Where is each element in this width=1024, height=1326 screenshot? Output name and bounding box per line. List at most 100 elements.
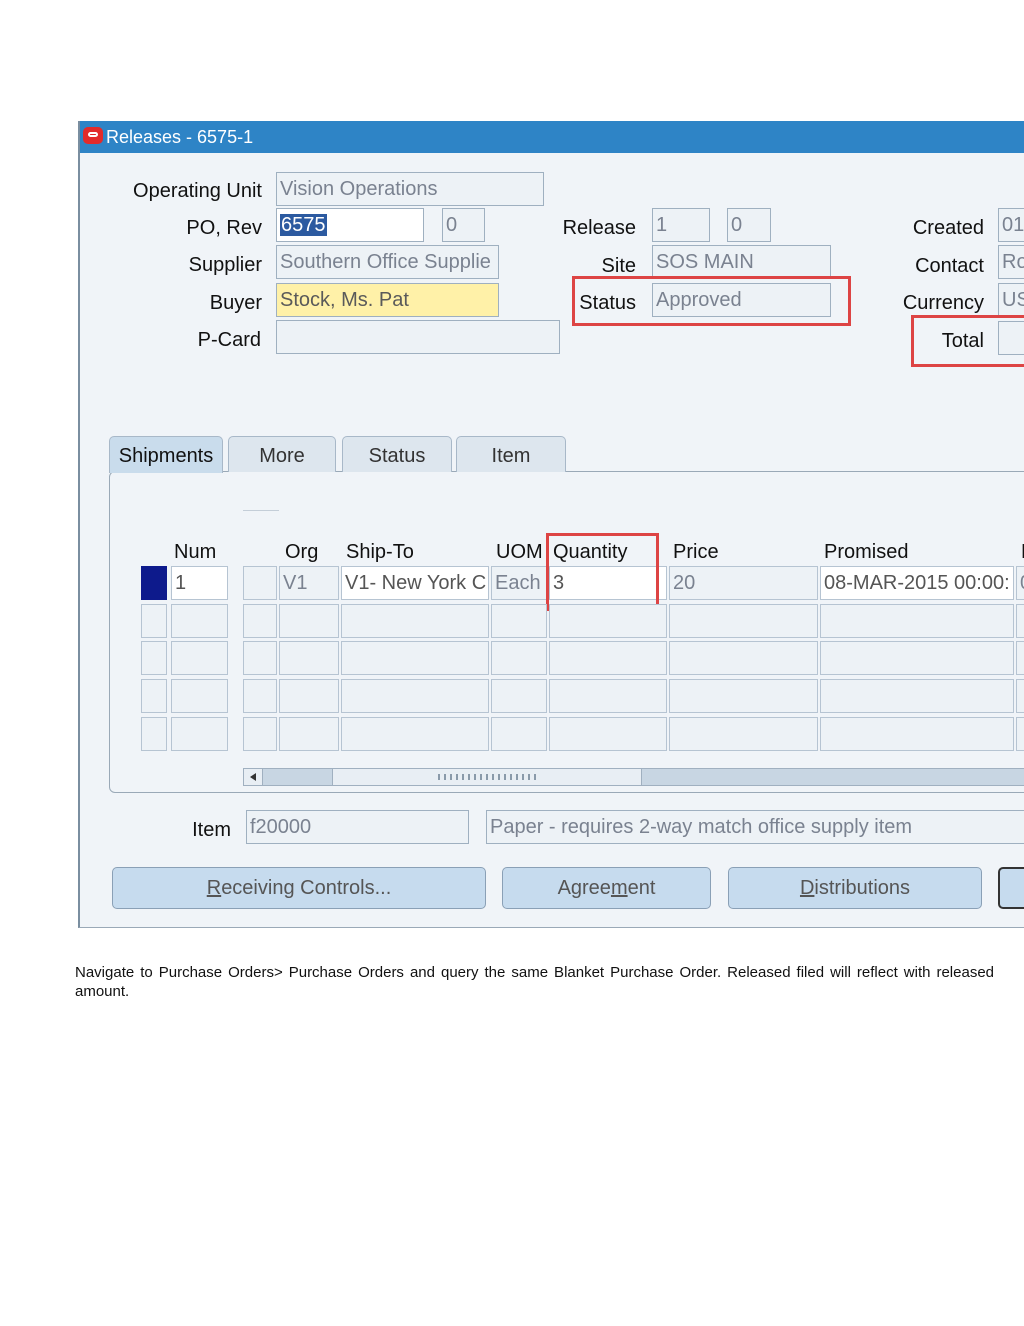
contact-field[interactable]: Ro — [998, 245, 1024, 279]
row4-promised-cell[interactable] — [820, 679, 1014, 713]
row1-org-cell[interactable]: V1 — [279, 566, 339, 600]
scrollbar-thumb[interactable] — [332, 769, 642, 785]
item-code-field[interactable]: f20000 — [246, 810, 469, 844]
default-action-button[interactable] — [998, 867, 1024, 909]
title-bar[interactable]: Releases - 6575-1 — [80, 121, 1024, 153]
row3-price-cell[interactable] — [669, 641, 818, 675]
record-indicator[interactable] — [141, 679, 167, 713]
row5-ship-to-cell[interactable] — [341, 717, 489, 751]
column-header-org: Org — [285, 541, 319, 563]
row5-next-cell[interactable] — [1016, 717, 1024, 751]
record-indicator[interactable] — [141, 641, 167, 675]
row4-num-cell[interactable] — [171, 679, 228, 713]
row3-promised-cell[interactable] — [820, 641, 1014, 675]
row2-org-cell[interactable] — [279, 604, 339, 638]
record-indicator[interactable] — [141, 604, 167, 638]
total-highlight-box — [911, 315, 1024, 367]
receiving-controls-mnemonic: R — [206, 877, 222, 899]
currency-label: Currency — [902, 292, 984, 314]
po-number-selected-text: 6575 — [280, 214, 327, 236]
contact-label: Contact — [915, 255, 984, 277]
currency-field[interactable]: US — [998, 283, 1024, 317]
distributions-label: istributions — [814, 877, 911, 899]
pcard-label: P-Card — [197, 329, 261, 351]
row5-num-cell[interactable] — [171, 717, 228, 751]
column-group-divider — [243, 510, 279, 511]
row4-uom-cell[interactable] — [491, 679, 547, 713]
record-indicator[interactable] — [141, 717, 167, 751]
tab-shipments[interactable]: Shipments — [109, 436, 223, 473]
row3-uom-cell[interactable] — [491, 641, 547, 675]
receiving-controls-button[interactable]: Receiving Controls... — [112, 867, 486, 909]
agreement-label-post: ent — [627, 877, 656, 899]
tab-item[interactable]: Item — [456, 436, 566, 472]
row1-ship-to-cell[interactable]: V1- New York C — [341, 566, 489, 600]
row3-ship-to-cell[interactable] — [341, 641, 489, 675]
agreement-mnemonic: m — [610, 877, 628, 899]
row4-spacer-cell[interactable] — [243, 679, 277, 713]
release-revision-field[interactable]: 0 — [727, 208, 771, 242]
buyer-field[interactable]: Stock, Ms. Pat — [276, 283, 499, 317]
row1-uom-cell[interactable]: Each — [491, 566, 547, 600]
tab-status[interactable]: Status — [342, 436, 452, 472]
agreement-button[interactable]: Agreement — [502, 867, 711, 909]
row2-ship-to-cell[interactable] — [341, 604, 489, 638]
row4-org-cell[interactable] — [279, 679, 339, 713]
row2-price-cell[interactable] — [669, 604, 818, 638]
column-header-ship-to: Ship-To — [346, 541, 414, 563]
po-number-field[interactable]: 6575 — [276, 208, 424, 242]
supplier-field[interactable]: Southern Office Supplie — [276, 245, 499, 279]
scroll-left-arrow-icon[interactable] — [244, 769, 263, 785]
tab-more[interactable]: More — [228, 436, 336, 472]
column-header-promised: Promised — [824, 541, 909, 563]
column-header-num: Num — [174, 541, 217, 563]
site-label: Site — [601, 255, 636, 277]
row1-spacer-cell[interactable] — [243, 566, 277, 600]
record-indicator-current[interactable] — [141, 566, 167, 600]
row5-quantity-cell[interactable] — [549, 717, 667, 751]
row4-price-cell[interactable] — [669, 679, 818, 713]
row3-quantity-cell[interactable] — [549, 641, 667, 675]
row2-num-cell[interactable] — [171, 604, 228, 638]
row5-org-cell[interactable] — [279, 717, 339, 751]
operating-unit-label: Operating Unit — [133, 180, 262, 202]
row3-num-cell[interactable] — [171, 641, 228, 675]
row1-promised-cell[interactable]: 08-MAR-2015 00:00: — [820, 566, 1014, 600]
row2-next-cell[interactable] — [1016, 604, 1024, 638]
distributions-button[interactable]: Distributions — [728, 867, 982, 909]
created-field[interactable]: 01- — [998, 208, 1024, 242]
row5-uom-cell[interactable] — [491, 717, 547, 751]
pcard-field[interactable] — [276, 320, 560, 354]
po-revision-field[interactable]: 0 — [442, 208, 485, 242]
row3-next-cell[interactable] — [1016, 641, 1024, 675]
receiving-controls-label: eceiving Controls... — [221, 877, 392, 899]
row5-promised-cell[interactable] — [820, 717, 1014, 751]
buyer-label: Buyer — [209, 292, 262, 314]
agreement-label-pre: Agree — [557, 877, 611, 899]
item-description-field[interactable]: Paper - requires 2-way match office supp… — [486, 810, 1024, 844]
scrollbar-grip-icon — [438, 774, 538, 780]
row5-spacer-cell[interactable] — [243, 717, 277, 751]
operating-unit-field[interactable]: Vision Operations — [276, 172, 544, 206]
row2-quantity-cell[interactable] — [549, 604, 667, 638]
po-rev-label: PO, Rev — [186, 217, 262, 239]
distributions-mnemonic: D — [799, 877, 815, 899]
horizontal-scrollbar[interactable] — [243, 768, 1024, 786]
row2-spacer-cell[interactable] — [243, 604, 277, 638]
row1-price-cell[interactable]: 20 — [669, 566, 818, 600]
release-number-field[interactable]: 1 — [652, 208, 710, 242]
row4-next-cell[interactable] — [1016, 679, 1024, 713]
row3-org-cell[interactable] — [279, 641, 339, 675]
item-label: Item — [192, 819, 231, 841]
row3-spacer-cell[interactable] — [243, 641, 277, 675]
row2-promised-cell[interactable] — [820, 604, 1014, 638]
row4-quantity-cell[interactable] — [549, 679, 667, 713]
row1-next-cell[interactable]: 0 — [1016, 566, 1024, 600]
oracle-logo-icon — [83, 127, 103, 144]
column-header-uom: UOM — [496, 541, 543, 563]
site-field[interactable]: SOS MAIN — [652, 245, 831, 279]
row1-num-cell[interactable]: 1 — [171, 566, 228, 600]
row4-ship-to-cell[interactable] — [341, 679, 489, 713]
row5-price-cell[interactable] — [669, 717, 818, 751]
row2-uom-cell[interactable] — [491, 604, 547, 638]
